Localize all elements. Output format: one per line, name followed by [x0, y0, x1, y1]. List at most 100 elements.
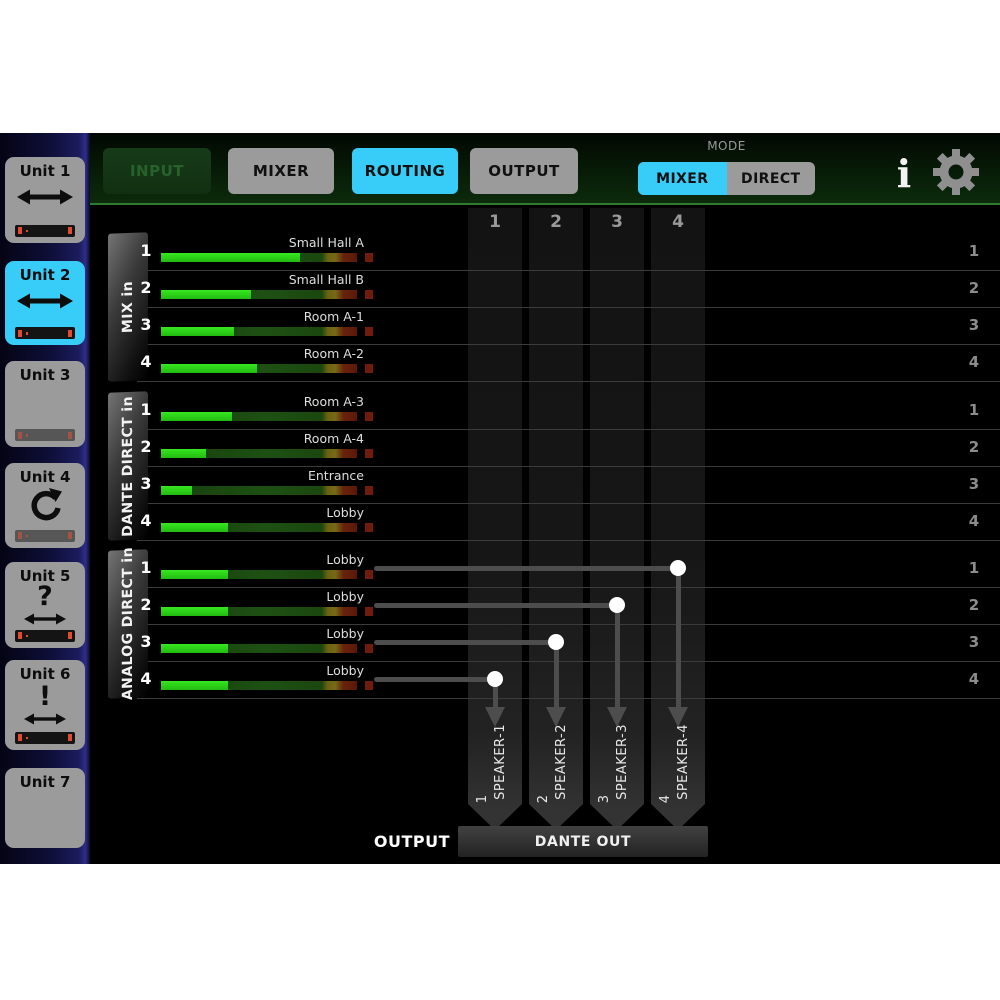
speaker-number: 1	[475, 795, 490, 803]
route-shaft	[615, 605, 620, 707]
channel-number: 4	[134, 352, 158, 371]
route-line	[374, 677, 495, 682]
peak-indicator	[365, 681, 373, 690]
peak-indicator	[365, 253, 373, 262]
row-separator	[137, 503, 1000, 504]
route-node[interactable]	[609, 597, 625, 613]
level-meter	[161, 364, 357, 373]
channel-number: 2	[134, 437, 158, 456]
row-separator	[137, 661, 1000, 662]
level-meter	[161, 449, 357, 458]
level-meter	[161, 607, 357, 616]
peak-indicator	[365, 364, 373, 373]
channel-number: 3	[134, 474, 158, 493]
level-meter	[161, 523, 357, 532]
output-column-number: 3	[590, 212, 644, 232]
channel-number: 2	[134, 595, 158, 614]
channel-number: 3	[134, 315, 158, 334]
route-node[interactable]	[670, 560, 686, 576]
channel-number-right: 4	[960, 670, 988, 688]
peak-indicator	[365, 327, 373, 336]
route-arrowhead-icon	[668, 707, 688, 727]
page: Unit 1Unit 2Unit 3Unit 4Unit 5?Unit 6!Un…	[0, 0, 1000, 1000]
channel-label: Room A-3	[180, 394, 364, 409]
output-column-number: 4	[651, 212, 705, 232]
channel-number: 1	[134, 558, 158, 577]
level-meter	[161, 644, 357, 653]
row-separator	[137, 698, 1000, 699]
speaker-number: 4	[658, 795, 673, 803]
route-line	[374, 603, 617, 608]
peak-indicator	[365, 486, 373, 495]
peak-indicator	[365, 644, 373, 653]
level-meter	[161, 412, 357, 421]
channel-number-right: 2	[960, 438, 988, 456]
channel-label: Lobby	[180, 505, 364, 520]
output-label: OUTPUT	[330, 832, 450, 851]
row-separator	[137, 466, 1000, 467]
peak-indicator	[365, 412, 373, 421]
output-column-2[interactable]: 22SPEAKER-2	[529, 208, 583, 830]
output-column-1[interactable]: 11SPEAKER-1	[468, 208, 522, 830]
routing-matrix: OUTPUT DANTE OUT 11SPEAKER-122SPEAKER-23…	[0, 133, 1000, 864]
channel-label: Lobby	[180, 663, 364, 678]
level-meter	[161, 570, 357, 579]
row-separator	[137, 307, 1000, 308]
peak-indicator	[365, 290, 373, 299]
route-arrowhead-icon	[607, 707, 627, 727]
output-column-4[interactable]: 44SPEAKER-4	[651, 208, 705, 830]
speaker-number: 2	[536, 795, 551, 803]
output-column-3[interactable]: 33SPEAKER-3	[590, 208, 644, 830]
level-meter	[161, 681, 357, 690]
channel-number: 3	[134, 632, 158, 651]
channel-number-right: 4	[960, 353, 988, 371]
channel-number-right: 2	[960, 596, 988, 614]
channel-number: 4	[134, 511, 158, 530]
channel-number-right: 3	[960, 316, 988, 334]
row-separator	[137, 587, 1000, 588]
channel-number-right: 3	[960, 475, 988, 493]
route-line	[374, 640, 556, 645]
channel-number-right: 1	[960, 559, 988, 577]
route-node[interactable]	[487, 671, 503, 687]
route-line	[374, 566, 678, 571]
output-column-number: 2	[529, 212, 583, 232]
speaker-number: 3	[597, 795, 612, 803]
level-meter	[161, 327, 357, 336]
peak-indicator	[365, 449, 373, 458]
row-separator	[137, 624, 1000, 625]
channel-number: 2	[134, 278, 158, 297]
route-shaft	[676, 568, 681, 707]
app-window: Unit 1Unit 2Unit 3Unit 4Unit 5?Unit 6!Un…	[0, 133, 1000, 864]
speaker-name: SPEAKER-4	[676, 724, 691, 800]
channel-label: Lobby	[180, 626, 364, 641]
channel-number-right: 1	[960, 401, 988, 419]
row-separator	[137, 344, 1000, 345]
channel-label: Room A-4	[180, 431, 364, 446]
peak-indicator	[365, 523, 373, 532]
level-meter	[161, 486, 357, 495]
channel-label: Lobby	[180, 552, 364, 567]
channel-number-right: 2	[960, 279, 988, 297]
route-node[interactable]	[548, 634, 564, 650]
level-meter	[161, 253, 357, 262]
row-separator	[137, 540, 1000, 541]
speaker-name: SPEAKER-2	[554, 724, 569, 800]
channel-number-right: 4	[960, 512, 988, 530]
channel-label: Room A-2	[180, 346, 364, 361]
channel-label: Room A-1	[180, 309, 364, 324]
channel-label: Lobby	[180, 589, 364, 604]
channel-number: 4	[134, 669, 158, 688]
channel-label: Small Hall B	[180, 272, 364, 287]
dante-out-bus: DANTE OUT	[458, 826, 708, 857]
channel-number-right: 3	[960, 633, 988, 651]
peak-indicator	[365, 607, 373, 616]
channel-label: Entrance	[180, 468, 364, 483]
speaker-name: SPEAKER-3	[615, 724, 630, 800]
channel-number-right: 1	[960, 242, 988, 260]
peak-indicator	[365, 570, 373, 579]
channel-number: 1	[134, 241, 158, 260]
row-separator	[137, 381, 1000, 382]
channel-number: 1	[134, 400, 158, 419]
route-arrowhead-icon	[485, 707, 505, 727]
